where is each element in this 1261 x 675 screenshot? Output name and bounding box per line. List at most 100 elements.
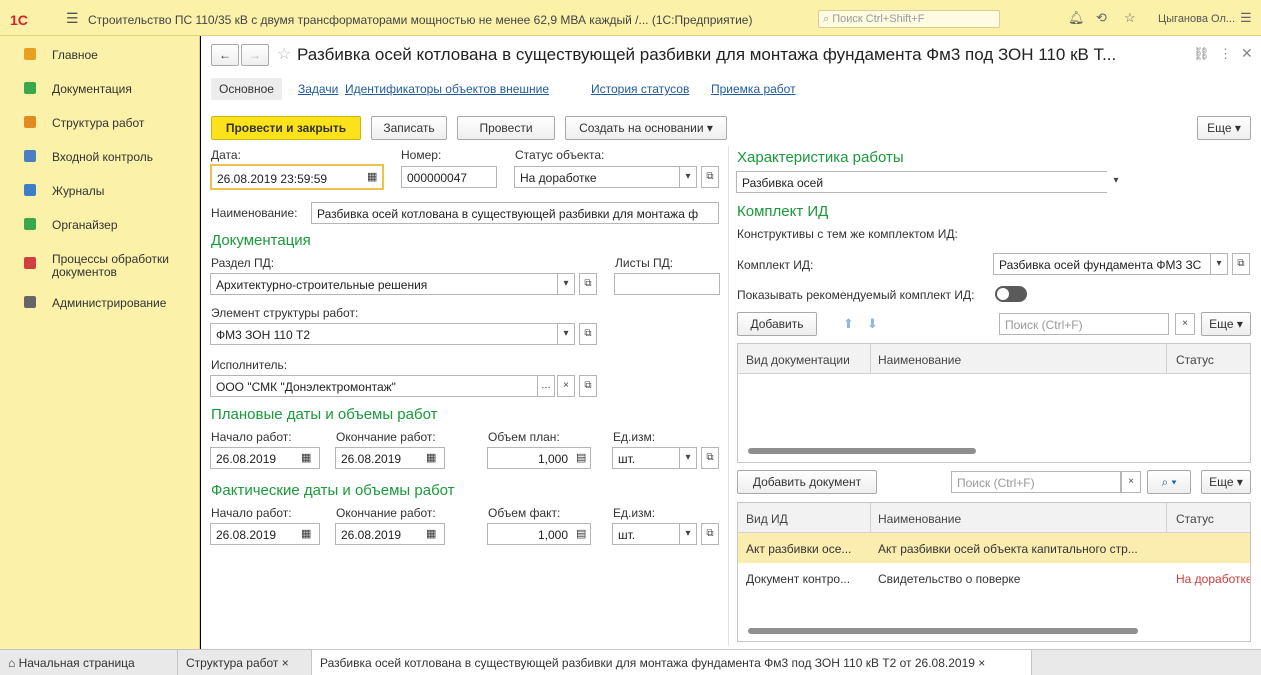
search-input[interactable]: Поиск (Ctrl+F) (999, 313, 1169, 335)
more-button[interactable]: Еще ▾ (1201, 470, 1251, 494)
work-element-field[interactable]: ФМ3 ЗОН 110 Т2 (210, 323, 558, 345)
sidebar-item-work-structure[interactable]: Структура работ (0, 108, 200, 138)
write-button[interactable]: Записать (371, 116, 447, 140)
move-down-icon[interactable]: ⬇ (867, 316, 878, 332)
open-icon[interactable]: ⧉ (579, 323, 597, 345)
more-button[interactable]: Еще ▾ (1201, 312, 1251, 336)
main-menu-icon[interactable]: ☰ (66, 10, 79, 27)
open-icon[interactable]: ⧉ (579, 273, 597, 295)
tab-main[interactable]: Основное (211, 78, 282, 100)
post-button[interactable]: Провести (457, 116, 555, 140)
forward-arrow-icon[interactable]: → (241, 44, 269, 66)
search-input[interactable]: Поиск (Ctrl+F) (951, 471, 1121, 493)
column-header[interactable]: Статус (1176, 512, 1214, 526)
sidebar-item-administration[interactable]: Администрирование (0, 288, 200, 318)
column-header[interactable]: Статус (1176, 353, 1214, 367)
chevron-down-icon[interactable]: ▾ (679, 166, 697, 188)
chevron-down-icon[interactable]: ▾ (679, 447, 697, 469)
executor-field[interactable]: ООО "СМК "Донэлектромонтаж" (210, 375, 538, 397)
chevron-down-icon[interactable]: ▾ (679, 523, 697, 545)
calendar-icon[interactable]: ▦ (367, 170, 377, 183)
clear-icon[interactable]: × (1175, 313, 1195, 335)
close-icon[interactable]: × (978, 656, 985, 670)
calculator-icon[interactable]: ▤ (576, 527, 586, 540)
tab-work-structure[interactable]: Структура работ × (178, 650, 312, 675)
link-icon[interactable]: ⛓ (1193, 46, 1210, 62)
open-icon[interactable]: ⧉ (701, 447, 719, 469)
star-icon[interactable]: ☆ (1124, 10, 1136, 26)
open-icon[interactable]: ⧉ (1232, 253, 1250, 275)
user-name[interactable]: Цыганова Ол... (1158, 13, 1235, 25)
open-icon[interactable]: ⧉ (579, 375, 597, 397)
sidebar-item-organizer[interactable]: Органайзер (0, 210, 200, 240)
settings-menu-icon[interactable]: ☰ (1240, 10, 1252, 26)
bell-icon[interactable]: 🔔︎ (1068, 10, 1085, 26)
sidebar-item-label: Администрирование (52, 296, 167, 310)
post-and-close-button[interactable]: Провести и закрыть (211, 116, 361, 140)
history-icon[interactable]: ⟲ (1096, 10, 1107, 26)
horizontal-scrollbar[interactable] (748, 448, 976, 454)
more-vertical-icon[interactable]: ⋮ (1219, 46, 1232, 62)
calendar-icon[interactable]: ▦ (301, 527, 311, 540)
pd-section-field[interactable]: Архитектурно-строительные решения (210, 273, 558, 295)
date-label: Дата: (211, 148, 241, 162)
close-icon[interactable]: ✕ (1241, 45, 1253, 62)
table-row[interactable]: Документ контро... Свидетельство о повер… (738, 563, 1250, 593)
kit-field[interactable]: Разбивка осей фундамента ФМ3 ЗС (993, 253, 1211, 275)
sidebar-item-input-control[interactable]: Входной контроль (0, 142, 200, 172)
chevron-down-icon[interactable]: ▾ (1210, 253, 1228, 275)
processes-icon (24, 257, 36, 269)
close-icon[interactable]: × (282, 656, 289, 670)
calendar-icon[interactable]: ▦ (426, 451, 436, 464)
search-options-button[interactable]: ⌕ ▾ (1147, 470, 1191, 494)
status-field[interactable]: На доработке (514, 166, 680, 188)
sidebar-item-processes[interactable]: Процессы обработки документов (0, 244, 200, 284)
clear-icon[interactable]: × (557, 375, 575, 397)
add-button[interactable]: Добавить (737, 312, 817, 336)
chevron-down-icon[interactable]: ▾ (1107, 171, 1125, 193)
show-recommended-label: Показывать рекомендуемый комплект ИД: (737, 288, 975, 302)
show-recommended-toggle[interactable] (995, 286, 1027, 302)
clear-icon[interactable]: × (1121, 471, 1141, 493)
open-icon[interactable]: ⧉ (701, 166, 719, 188)
tab-label: Начальная страница (18, 656, 135, 670)
global-search-input[interactable]: ⌕ Поиск Ctrl+Shift+F (818, 10, 1000, 28)
app-logo: 1С (10, 12, 28, 28)
unit-fact-field[interactable]: шт. (612, 523, 680, 545)
pd-sheets-field[interactable] (614, 273, 720, 295)
work-characteristic-field[interactable]: Разбивка осей (736, 171, 1124, 193)
calculator-icon[interactable]: ▤ (576, 451, 586, 464)
tab-tasks[interactable]: Задачи (298, 82, 338, 96)
tab-acceptance[interactable]: Приемка работ (711, 82, 796, 96)
back-arrow-icon[interactable]: ← (211, 44, 239, 66)
column-header[interactable]: Наименование (878, 353, 961, 367)
chevron-down-icon[interactable]: ▾ (557, 273, 575, 295)
open-icon[interactable]: ⧉ (701, 523, 719, 545)
create-based-on-button[interactable]: Создать на основании ▾ (565, 116, 727, 140)
move-up-icon[interactable]: ⬆ (843, 316, 854, 332)
column-header[interactable]: Наименование (878, 512, 961, 526)
tab-current-document[interactable]: Разбивка осей котлована в существующей р… (312, 650, 1032, 675)
tab-status-history[interactable]: История статусов (591, 82, 689, 96)
date-field[interactable]: 26.08.2019 23:59:59 (210, 164, 384, 190)
unit-plan-field[interactable]: шт. (612, 447, 680, 469)
name-field[interactable]: Разбивка осей котлована в существующей р… (311, 202, 719, 224)
number-field[interactable]: 000000047 (401, 166, 497, 188)
column-header[interactable]: Вид ИД (746, 512, 788, 526)
chevron-down-icon[interactable]: ▾ (557, 323, 575, 345)
column-header[interactable]: Вид документации (746, 353, 850, 367)
favorite-star-icon[interactable]: ☆ (277, 44, 291, 64)
sidebar-item-documentation[interactable]: Документация (0, 74, 200, 104)
calendar-icon[interactable]: ▦ (426, 527, 436, 540)
tab-home[interactable]: ⌂ Начальная страница (0, 650, 178, 675)
sidebar-item-journals[interactable]: Журналы (0, 176, 200, 206)
table-row[interactable]: Акт разбивки осе... Акт разбивки осей об… (738, 533, 1250, 563)
add-document-button[interactable]: Добавить документ (737, 470, 877, 494)
more-button[interactable]: Еще ▾ (1197, 116, 1251, 140)
status-label: Статус объекта: (515, 148, 605, 162)
select-icon[interactable]: … (537, 375, 555, 397)
horizontal-scrollbar[interactable] (748, 628, 1138, 634)
tab-external-ids[interactable]: Идентификаторы объектов внешние (345, 82, 549, 96)
sidebar-item-main[interactable]: Главное (0, 40, 200, 70)
calendar-icon[interactable]: ▦ (301, 451, 311, 464)
